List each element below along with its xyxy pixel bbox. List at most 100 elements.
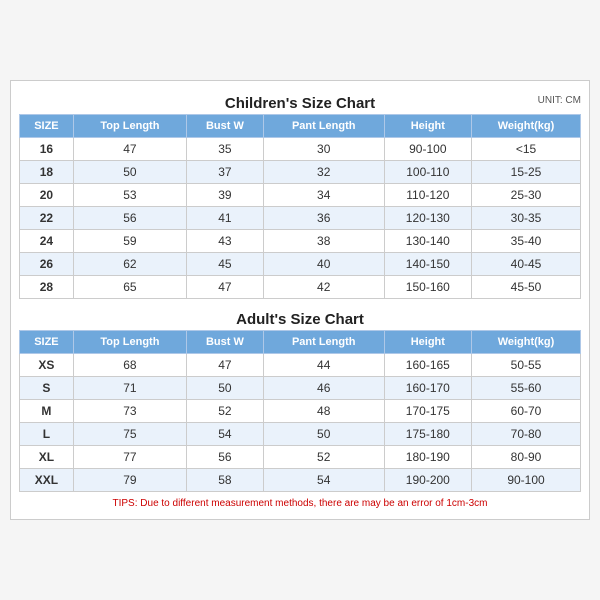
tips-text: TIPS: Due to different measurement metho… — [19, 492, 581, 511]
data-cell: 47 — [186, 354, 263, 377]
table-row: 18503732100-11015-25 — [20, 161, 581, 184]
adult-col-size-header: SIZE — [20, 331, 74, 354]
size-cell: XS — [20, 354, 74, 377]
data-cell: 48 — [263, 400, 384, 423]
data-cell: 170-175 — [384, 400, 471, 423]
data-cell: 175-180 — [384, 423, 471, 446]
data-cell: 30-35 — [472, 207, 581, 230]
size-cell: 18 — [20, 161, 74, 184]
table-row: M735248170-17560-70 — [20, 400, 581, 423]
data-cell: 47 — [73, 138, 186, 161]
data-cell: 50 — [186, 377, 263, 400]
data-cell: 58 — [186, 469, 263, 492]
data-cell: 54 — [263, 469, 384, 492]
table-row: 1647353090-100<15 — [20, 138, 581, 161]
data-cell: 32 — [263, 161, 384, 184]
table-row: 22564136120-13030-35 — [20, 207, 581, 230]
data-cell: 160-165 — [384, 354, 471, 377]
data-cell: 39 — [186, 184, 263, 207]
table-row: S715046160-17055-60 — [20, 377, 581, 400]
data-cell: 90-100 — [472, 469, 581, 492]
chart-container: Children's Size Chart UNIT: CM SIZE Top … — [10, 80, 590, 520]
data-cell: 34 — [263, 184, 384, 207]
size-cell: 20 — [20, 184, 74, 207]
adult-col-top-length-header: Top Length — [73, 331, 186, 354]
data-cell: 130-140 — [384, 230, 471, 253]
data-cell: 54 — [186, 423, 263, 446]
data-cell: 46 — [263, 377, 384, 400]
table-row: 24594338130-14035-40 — [20, 230, 581, 253]
data-cell: 80-90 — [472, 446, 581, 469]
data-cell: 140-150 — [384, 253, 471, 276]
data-cell: 15-25 — [472, 161, 581, 184]
data-cell: 45-50 — [472, 276, 581, 299]
table-row: XXL795854190-20090-100 — [20, 469, 581, 492]
size-cell: 24 — [20, 230, 74, 253]
unit-label: UNIT: CM — [538, 95, 581, 106]
data-cell: 190-200 — [384, 469, 471, 492]
data-cell: 110-120 — [384, 184, 471, 207]
data-cell: 35-40 — [472, 230, 581, 253]
size-cell: XL — [20, 446, 74, 469]
data-cell: 160-170 — [384, 377, 471, 400]
data-cell: 35 — [186, 138, 263, 161]
data-cell: 55-60 — [472, 377, 581, 400]
size-cell: M — [20, 400, 74, 423]
adult-title-text: Adult's Size Chart — [236, 311, 364, 328]
size-cell: 16 — [20, 138, 74, 161]
col-height-header: Height — [384, 115, 471, 138]
col-pant-length-header: Pant Length — [263, 115, 384, 138]
data-cell: 68 — [73, 354, 186, 377]
table-row: XS684744160-16550-55 — [20, 354, 581, 377]
data-cell: 53 — [73, 184, 186, 207]
table-row: XL775652180-19080-90 — [20, 446, 581, 469]
data-cell: 45 — [186, 253, 263, 276]
data-cell: 41 — [186, 207, 263, 230]
data-cell: 62 — [73, 253, 186, 276]
data-cell: 43 — [186, 230, 263, 253]
children-title-text: Children's Size Chart — [225, 95, 375, 112]
data-cell: 40 — [263, 253, 384, 276]
table-row: L755450175-18070-80 — [20, 423, 581, 446]
data-cell: 30 — [263, 138, 384, 161]
data-cell: 50 — [263, 423, 384, 446]
data-cell: 120-130 — [384, 207, 471, 230]
data-cell: 36 — [263, 207, 384, 230]
children-section-title: Children's Size Chart UNIT: CM — [19, 89, 581, 114]
size-cell: 26 — [20, 253, 74, 276]
table-row: 26624540140-15040-45 — [20, 253, 581, 276]
data-cell: 90-100 — [384, 138, 471, 161]
data-cell: 40-45 — [472, 253, 581, 276]
data-cell: 71 — [73, 377, 186, 400]
data-cell: 56 — [73, 207, 186, 230]
data-cell: 37 — [186, 161, 263, 184]
data-cell: 42 — [263, 276, 384, 299]
adult-col-pant-length-header: Pant Length — [263, 331, 384, 354]
size-cell: 22 — [20, 207, 74, 230]
data-cell: 150-160 — [384, 276, 471, 299]
data-cell: 73 — [73, 400, 186, 423]
size-cell: S — [20, 377, 74, 400]
adult-col-weight-header: Weight(kg) — [472, 331, 581, 354]
size-cell: L — [20, 423, 74, 446]
children-table: SIZE Top Length Bust W Pant Length Heigh… — [19, 114, 581, 299]
size-cell: 28 — [20, 276, 74, 299]
data-cell: 79 — [73, 469, 186, 492]
data-cell: 44 — [263, 354, 384, 377]
children-header-row: SIZE Top Length Bust W Pant Length Heigh… — [20, 115, 581, 138]
data-cell: 180-190 — [384, 446, 471, 469]
data-cell: 65 — [73, 276, 186, 299]
adult-section: Adult's Size Chart SIZE Top Length Bust … — [19, 305, 581, 492]
table-row: 28654742150-16045-50 — [20, 276, 581, 299]
table-row: 20533934110-12025-30 — [20, 184, 581, 207]
col-weight-header: Weight(kg) — [472, 115, 581, 138]
adult-col-bust-w-header: Bust W — [186, 331, 263, 354]
data-cell: 75 — [73, 423, 186, 446]
data-cell: 52 — [186, 400, 263, 423]
adult-section-title: Adult's Size Chart — [19, 305, 581, 330]
data-cell: 77 — [73, 446, 186, 469]
data-cell: <15 — [472, 138, 581, 161]
data-cell: 52 — [263, 446, 384, 469]
data-cell: 38 — [263, 230, 384, 253]
data-cell: 100-110 — [384, 161, 471, 184]
